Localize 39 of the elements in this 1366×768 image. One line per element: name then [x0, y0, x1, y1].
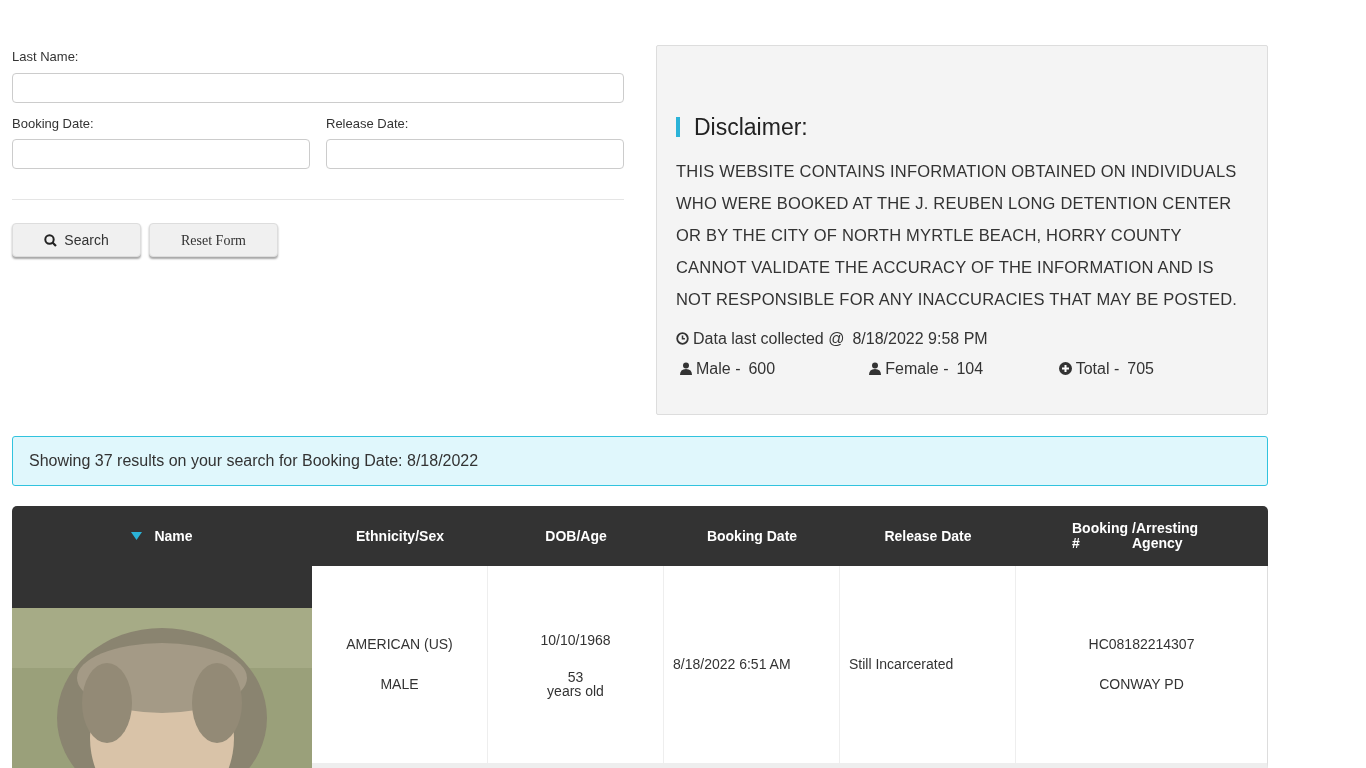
- sex-text: MALE: [380, 675, 419, 694]
- person-icon: [680, 362, 692, 375]
- column-header[interactable]: Booking Date: [664, 506, 840, 566]
- column-header[interactable]: Release Date: [840, 506, 1016, 566]
- age-unit-text: years old: [547, 684, 604, 699]
- stat-value: 104: [956, 358, 984, 379]
- plus-circle-icon: [1058, 362, 1072, 375]
- agency-text: CONWAY PD: [1099, 675, 1184, 694]
- column-header[interactable]: Ethnicity/Sex: [312, 506, 488, 566]
- last-name-field[interactable]: [12, 72, 624, 103]
- last-collected-label: Data last collected @: [693, 328, 845, 349]
- last-collected-value: 8/18/2022 9:58 PM: [852, 328, 988, 349]
- booking-date-label: Booking Date:: [12, 114, 95, 133]
- release-date-field[interactable]: [326, 139, 624, 169]
- stat-label: Female -: [885, 358, 949, 379]
- stat-label: Male -: [696, 358, 741, 379]
- release-date-text: Still Incarcerated: [849, 655, 954, 674]
- column-header[interactable]: Name: [12, 506, 312, 566]
- reset-form-button[interactable]: Reset Form: [149, 223, 278, 257]
- search-icon: [44, 233, 58, 247]
- search-button[interactable]: Search: [12, 223, 141, 257]
- clock-icon: [676, 332, 689, 345]
- disclaimer-text: THIS WEBSITE CONTAINS INFORMATION OBTAINED ON INDIVIDUALS WHO WERE BOOKED AT THE J. REUBEN LONG DETENTION CENTER OR BY THE CITY OF NORTH MYRTLE BEACH, HORRY COUNTY CANNOT VALIDATE THE ACCURACY OF THE INFORMATION AND IS NOT RESPONSIBLE FOR ANY INACCURACIES THAT MAY BE POSTED.: [676, 160, 1239, 310]
- booking-date-field[interactable]: [12, 139, 310, 169]
- stat-label: Total -: [1075, 358, 1120, 379]
- disclaimer-title: Disclaimer:: [694, 113, 808, 142]
- column-header[interactable]: Booking # /Arresting Agency: [1016, 506, 1268, 566]
- last-name-label: Last Name:: [12, 48, 80, 66]
- dob-text: 10/10/1968: [540, 631, 611, 650]
- person-icon: [869, 362, 882, 375]
- ethnicity-text: AMERICAN (US): [346, 635, 453, 654]
- stat-value: 600: [748, 358, 776, 379]
- stat-value: 705: [1127, 358, 1154, 379]
- column-header[interactable]: DOB/Age: [488, 506, 664, 566]
- booking-number-text: HC08182214307: [1088, 635, 1195, 654]
- results-alert: Showing 37 results on your search for Booking Date: 8/18/2022: [12, 436, 1268, 486]
- release-date-label: Release Date:: [326, 114, 410, 133]
- age-text: 53: [567, 670, 584, 684]
- booking-date-text: 8/18/2022 6:51 AM: [673, 655, 791, 674]
